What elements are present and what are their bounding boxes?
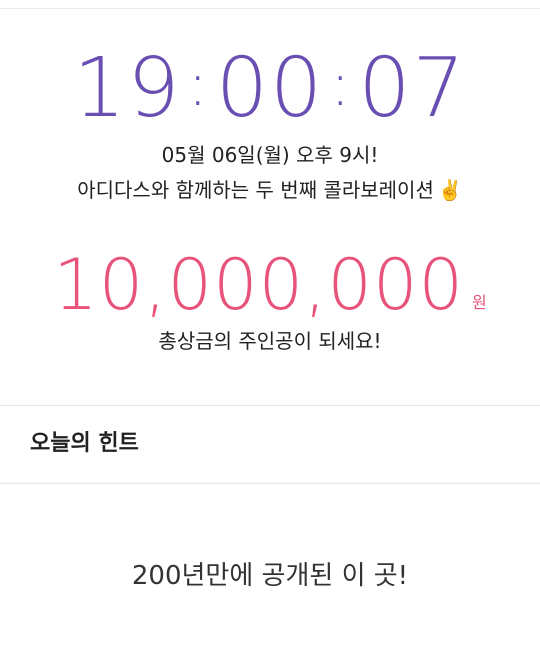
prize-caption: 총상금의 주인공이 되세요! — [158, 329, 382, 353]
section-divider — [0, 405, 540, 406]
hint-title: 오늘의 힌트 — [30, 431, 139, 456]
prize-unit: 원 — [472, 293, 487, 312]
section-divider — [0, 483, 540, 484]
victory-hand-icon: ✌️ — [437, 178, 463, 202]
event-description-text: 아디다스와 함께하는 두 번째 콜라보레이션 — [77, 178, 434, 202]
timer-seconds: 07 — [358, 41, 467, 136]
prize-amount-block: 10,000,000 원 — [0, 235, 540, 325]
hint-text: 200년만에 공개된 이 곳! — [131, 561, 409, 591]
countdown-timer: 19 : 00 : 07 — [0, 43, 540, 135]
timer-separator: : — [187, 50, 210, 120]
timer-hours: 19 — [73, 41, 182, 136]
prize-amount: 10,000,000 — [53, 244, 465, 326]
countdown-card: 19 : 00 : 07 05월 06일(월) 오후 9시! 아디다스와 함께하… — [0, 9, 540, 405]
timer-separator: : — [330, 50, 353, 120]
timer-minutes: 00 — [215, 41, 325, 136]
event-date: 05월 06일(월) 오후 9시! — [161, 143, 379, 167]
event-description: 아디다스와 함께하는 두 번째 콜라보레이션 ✌️ — [0, 176, 540, 204]
